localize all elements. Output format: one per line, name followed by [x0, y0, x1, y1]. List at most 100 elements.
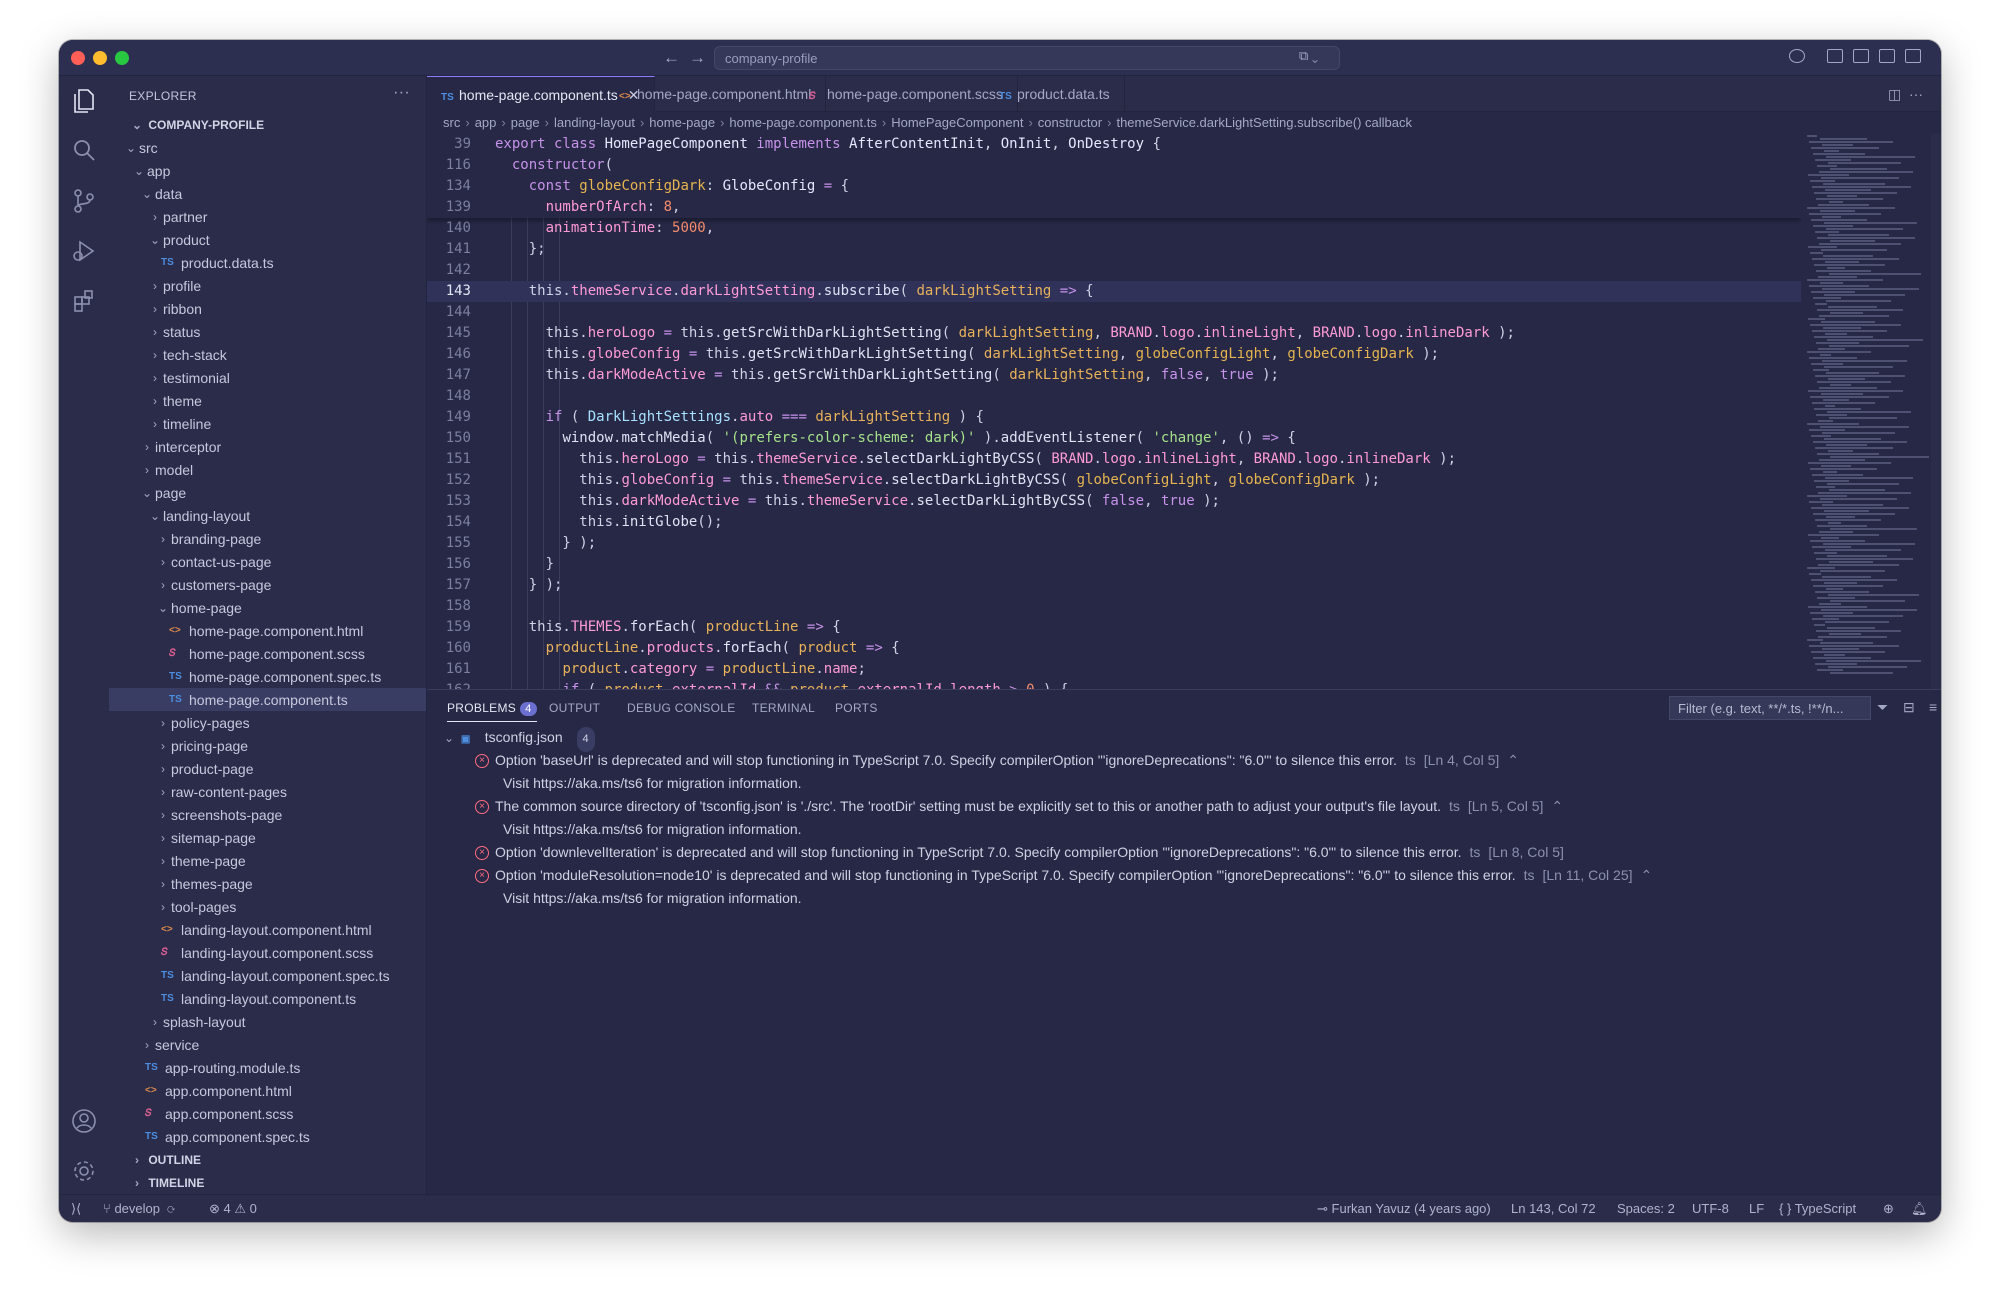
tree-item[interactable]: › model: [109, 458, 426, 481]
tree-item[interactable]: › customers-page: [109, 573, 426, 596]
tree-item[interactable]: ⌄ product: [109, 228, 426, 251]
minimize-window-button[interactable]: [93, 51, 107, 65]
tree-item[interactable]: TS app-routing.module.ts: [109, 1056, 426, 1079]
workspace-section[interactable]: ⌄ COMPANY-PROFILE: [109, 114, 426, 136]
tree-item[interactable]: › branding-page: [109, 527, 426, 550]
tree-item[interactable]: <> app.component.html: [109, 1079, 426, 1102]
problem-item[interactable]: × Option 'downlevelIteration' is deprecat…: [427, 841, 1941, 864]
view-as-tree-icon[interactable]: ≡: [1929, 699, 1937, 715]
code-line[interactable]: 154 this.initGlobe();: [427, 512, 1801, 533]
code-line[interactable]: 152 this.globeConfig = this.themeService…: [427, 470, 1801, 491]
tree-item[interactable]: › tech-stack: [109, 343, 426, 366]
breadcrumb-item[interactable]: HomePageComponent: [891, 115, 1023, 130]
tree-item[interactable]: › partner: [109, 205, 426, 228]
problems-file-group[interactable]: ⌄ ▣ tsconfig.json 4: [427, 726, 1941, 752]
filter-icon[interactable]: ⏷: [1877, 699, 1888, 716]
toggle-primary-sidebar-icon[interactable]: [1853, 49, 1869, 63]
code-line[interactable]: 139 numberOfArch: 8,: [427, 197, 1801, 218]
tab-problems[interactable]: PROBLEMS 4: [447, 701, 537, 722]
tree-item[interactable]: › interceptor: [109, 435, 426, 458]
encoding-status[interactable]: UTF-8: [1692, 1201, 1729, 1216]
accounts-status-icon[interactable]: [1789, 49, 1805, 63]
tab-debug-console[interactable]: DEBUG CONSOLE: [627, 701, 736, 715]
tab-home-page-component-html[interactable]: <> home-page.component.html: [605, 76, 827, 112]
breadcrumb-item[interactable]: src: [443, 115, 460, 130]
code-line[interactable]: 140 animationTime: 5000,: [427, 218, 1801, 239]
toggle-secondary-sidebar-icon[interactable]: [1905, 49, 1921, 63]
tab-terminal[interactable]: TERMINAL: [752, 701, 815, 715]
breadcrumb-item[interactable]: constructor: [1038, 115, 1102, 130]
tree-item[interactable]: TS app.component.spec.ts: [109, 1125, 426, 1148]
tree-item[interactable]: › testimonial: [109, 366, 426, 389]
code-line[interactable]: 161 product.category = productLine.name;: [427, 659, 1801, 680]
chevron-up-icon[interactable]: ⌃: [1641, 867, 1653, 883]
indentation-status[interactable]: Spaces: 2: [1617, 1201, 1675, 1216]
code-line[interactable]: 158: [427, 596, 1801, 617]
code-line[interactable]: 149 if ( DarkLightSettings.auto === dark…: [427, 407, 1801, 428]
tree-item[interactable]: 𝑆app.component.scss: [109, 1102, 426, 1125]
tree-item[interactable]: TS product.data.ts: [109, 251, 426, 274]
code-line[interactable]: 134 const globeConfigDark: GlobeConfig =…: [427, 176, 1801, 197]
minimap[interactable]: [1801, 134, 1931, 689]
tree-item[interactable]: <> landing-layout.component.html: [109, 918, 426, 941]
code-line[interactable]: 156 }: [427, 554, 1801, 575]
chevron-up-icon[interactable]: ⌃: [1551, 798, 1563, 814]
collapse-all-icon[interactable]: ⊟: [1903, 699, 1915, 716]
source-control-icon[interactable]: [71, 188, 97, 214]
tree-item[interactable]: › splash-layout: [109, 1010, 426, 1033]
code-line[interactable]: 157 } );: [427, 575, 1801, 596]
tree-item[interactable]: › tool-pages: [109, 895, 426, 918]
tree-item[interactable]: › policy-pages: [109, 711, 426, 734]
code-line[interactable]: 116 constructor(: [427, 155, 1801, 176]
tree-item[interactable]: › profile: [109, 274, 426, 297]
notifications-bell-icon[interactable]: 🔔︎: [1911, 1201, 1928, 1217]
tree-item[interactable]: TS home-page.component.ts: [109, 688, 426, 711]
close-window-button[interactable]: [71, 51, 85, 65]
timeline-section[interactable]: › TIMELINE: [109, 1171, 426, 1194]
tree-item[interactable]: › service: [109, 1033, 426, 1056]
tree-item[interactable]: › theme-page: [109, 849, 426, 872]
code-line[interactable]: 144: [427, 302, 1801, 323]
command-center-search[interactable]: company-profile: [714, 46, 1340, 70]
manage-gear-icon[interactable]: [71, 1158, 97, 1184]
tree-item[interactable]: ⌄ page: [109, 481, 426, 504]
toggle-panel-icon[interactable]: [1879, 49, 1895, 63]
problem-item[interactable]: × Option 'moduleResolution=node10' is dep…: [427, 864, 1941, 887]
code-line[interactable]: 146 this.globeConfig = this.getSrcWithDa…: [427, 344, 1801, 365]
forward-arrow-icon[interactable]: →: [689, 48, 706, 68]
code-line[interactable]: 162 if ( product.externalId && product.e…: [427, 680, 1801, 689]
copilot-icon[interactable]: ⧉ ⌄: [1299, 48, 1318, 64]
code-line[interactable]: 141 };: [427, 239, 1801, 260]
branch-status[interactable]: ⑂ develop ⟳: [103, 1201, 175, 1216]
tree-item[interactable]: › timeline: [109, 412, 426, 435]
language-mode[interactable]: { } TypeScript: [1779, 1201, 1856, 1216]
cursor-position[interactable]: Ln 143, Col 72: [1511, 1201, 1596, 1216]
code-editor[interactable]: 39 export class HomePageComponent impleme…: [427, 134, 1801, 689]
code-line[interactable]: 160 productLine.products.forEach( produc…: [427, 638, 1801, 659]
more-actions-icon[interactable]: ···: [393, 84, 410, 102]
tree-item[interactable]: TS landing-layout.component.ts: [109, 987, 426, 1010]
tree-item[interactable]: TS home-page.component.spec.ts: [109, 665, 426, 688]
breadcrumb-item[interactable]: home-page: [649, 115, 715, 130]
tree-item[interactable]: ⌄ src: [109, 136, 426, 159]
tree-item[interactable]: ⌄ home-page: [109, 596, 426, 619]
tree-item[interactable]: ⌄ data: [109, 182, 426, 205]
code-line[interactable]: 147 this.darkModeActive = this.getSrcWit…: [427, 365, 1801, 386]
breadcrumb-item[interactable]: page: [511, 115, 540, 130]
run-and-debug-icon[interactable]: [71, 238, 97, 264]
tree-item[interactable]: › contact-us-page: [109, 550, 426, 573]
tree-item[interactable]: ⌄ app: [109, 159, 426, 182]
tree-item[interactable]: › sitemap-page: [109, 826, 426, 849]
tree-item[interactable]: › themes-page: [109, 872, 426, 895]
tree-item[interactable]: › status: [109, 320, 426, 343]
split-editor-icon[interactable]: ◫ ···: [1888, 86, 1923, 103]
code-line[interactable]: 143 this.themeService.darkLightSetting.s…: [427, 281, 1801, 302]
eol-status[interactable]: LF: [1749, 1201, 1764, 1216]
code-line[interactable]: 150 window.matchMedia( '(prefers-color-s…: [427, 428, 1801, 449]
code-line[interactable]: 159 this.THEMES.forEach( productLine => …: [427, 617, 1801, 638]
problems-status[interactable]: ⊗ 4 ⚠ 0: [209, 1201, 257, 1217]
maximize-window-button[interactable]: [115, 51, 129, 65]
remote-icon[interactable]: ⟩⟨: [71, 1201, 81, 1217]
git-blame-status[interactable]: ⊸ Furkan Yavuz (4 years ago): [1317, 1201, 1491, 1217]
back-arrow-icon[interactable]: ←: [663, 48, 680, 68]
